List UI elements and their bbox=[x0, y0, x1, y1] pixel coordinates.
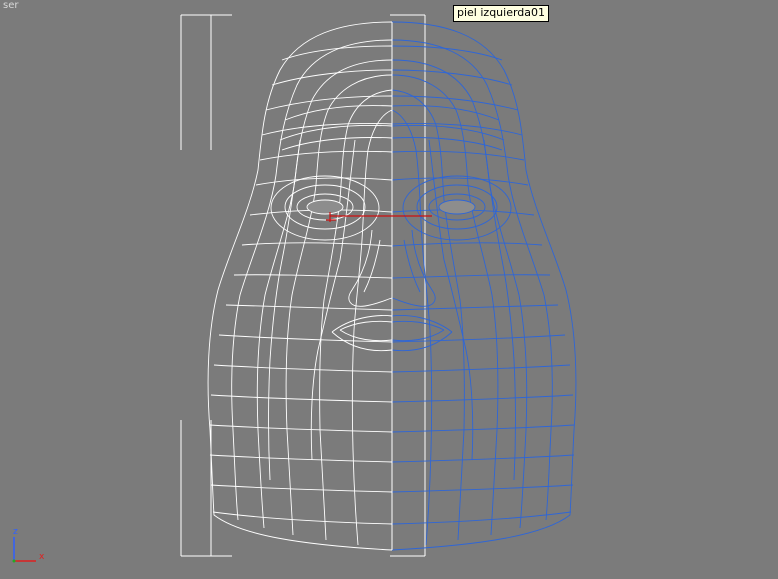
object-name-tooltip: piel izquierda01 bbox=[453, 5, 550, 22]
mesh-left-half[interactable] bbox=[207, 21, 393, 551]
front-viewport[interactable]: ser piel izquierda01 z x bbox=[0, 0, 778, 579]
axis-z-label: z bbox=[13, 527, 18, 537]
axis-x-label: x bbox=[39, 552, 45, 562]
head-mesh-wireframe[interactable] bbox=[0, 0, 778, 579]
mesh-right-half[interactable] bbox=[391, 21, 577, 551]
